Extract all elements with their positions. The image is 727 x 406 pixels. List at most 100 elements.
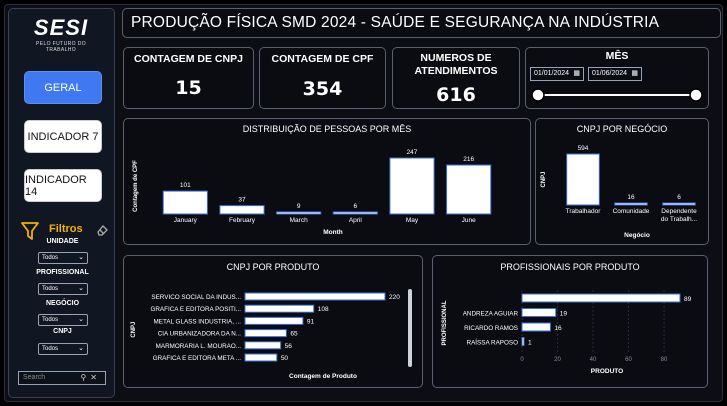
slider-handle-end[interactable]	[689, 88, 703, 102]
date-end-value: 01/06/2024	[592, 70, 628, 77]
geral-button[interactable]: GERAL	[24, 71, 102, 104]
data-label: 91	[307, 318, 315, 325]
sesi-logo: SESI PELO FUTURO DO TRABALHO	[21, 15, 101, 53]
x-axis-label: Negócio	[624, 232, 650, 239]
card-cnpj-label: CONTAGEM DE CNPJ	[134, 53, 243, 65]
filter-negocio-value: Todos	[42, 317, 59, 323]
y-tick-label: METAL GLASS INDUSTRIA, ...	[154, 318, 242, 325]
card-cnpj-value: 15	[175, 77, 202, 99]
x-tick-label: March	[290, 217, 308, 224]
filter-cnpj-label: CNPJ	[53, 328, 72, 335]
data-label: 19	[560, 311, 568, 318]
filter-profissional-value: Todos	[42, 286, 59, 292]
x-axis-label: Contagem de Produto	[289, 373, 357, 380]
filters-title: Filtros	[49, 223, 83, 235]
x-tick-label: April	[349, 217, 363, 224]
filter-profissional-label: PROFISSIONAL	[36, 269, 89, 276]
y-tick-label: CIA URBANIZADORA DA N...	[158, 331, 242, 338]
chevron-down-icon: ⌄	[78, 254, 84, 261]
bar	[521, 308, 557, 317]
chart-title: CNPJ POR NEGÓCIO	[577, 124, 668, 134]
data-label: 6	[677, 194, 681, 201]
scrollbar[interactable]	[408, 289, 412, 367]
bar	[446, 164, 492, 215]
x-tick-label: do Trabalh...	[661, 216, 697, 223]
date-start-input[interactable]: 01/01/2024 ▦	[530, 67, 584, 81]
eraser-icon[interactable]	[95, 223, 109, 237]
date-end-input[interactable]: 01/06/2024 ▦	[588, 67, 642, 81]
chart-cnpj-por-negocio: CNPJ POR NEGÓCIO CNPJ 594 Trabalhador 16 Comu…	[541, 124, 697, 239]
filter-cnpj-value: Todos	[42, 346, 59, 352]
bar	[521, 337, 525, 346]
bar	[662, 202, 696, 206]
indicador-7-button[interactable]: INDICADOR 7	[24, 120, 102, 153]
data-label: 101	[180, 182, 191, 189]
page-title-bar: PRODUÇÃO FÍSICA SMD 2024 - SAÚDE E SEGUR…	[122, 8, 721, 38]
data-label: 108	[318, 306, 329, 313]
data-label: 247	[407, 149, 418, 156]
data-label: 56	[285, 343, 293, 350]
data-label: 16	[554, 325, 562, 332]
x-tick-label: February	[229, 217, 256, 224]
data-label: 220	[389, 294, 400, 301]
y-axis-label: PROFISSIONAL	[442, 300, 448, 345]
bar	[276, 211, 322, 215]
card-cpf-value: 354	[302, 78, 343, 100]
calendar-icon[interactable]: ▦	[631, 68, 638, 80]
x-tick-label: Trabalhador	[566, 208, 602, 215]
data-label: 594	[578, 145, 589, 152]
filter-negocio-select[interactable]: Todos ⌄	[38, 314, 88, 326]
bar	[521, 293, 681, 303]
bar	[244, 353, 278, 362]
data-label: 16	[627, 194, 635, 201]
data-label: 37	[238, 197, 246, 204]
bar	[244, 341, 282, 350]
x-tick-label: 20	[554, 357, 561, 363]
calendar-icon[interactable]: ▦	[573, 68, 580, 80]
chart-title: PROFISSIONAIS POR PRODUTO	[500, 262, 639, 272]
filter-unidade-value: Todos	[42, 255, 59, 261]
y-tick-label: MARMORARIA L. MOURAO...	[156, 343, 242, 350]
card-contagem-cnpj: CONTAGEM DE CNPJ 15	[123, 47, 254, 109]
card-contagem-cpf: CONTAGEM DE CPF 354	[259, 47, 386, 109]
card-atendimentos: NUMEROS DE ATENDIMENTOS 616	[392, 47, 520, 109]
chart-profissionais-por-produto: PROFISSIONAIS POR PRODUTO PROFISSIONAL 0 20…	[442, 262, 692, 375]
month-range-slider[interactable]	[528, 86, 706, 104]
indicador-14-button[interactable]: INDICADOR 14	[24, 169, 102, 202]
slider-handle-start[interactable]	[531, 88, 545, 102]
y-axis-label: Contagem de CPF	[133, 160, 139, 212]
bar	[244, 316, 304, 325]
card-atend-value: 616	[436, 84, 476, 106]
bar	[244, 329, 287, 338]
x-tick-label: June	[462, 217, 476, 224]
bar	[162, 190, 208, 215]
y-axis-label: CNPJ	[541, 171, 547, 187]
chart-distribuicao-pessoas-mes: DISTRIBUIÇÃO DE PESSOAS POR MÊS Contagem …	[133, 124, 492, 236]
filter-negocio-label: NEGÓCIO	[45, 300, 80, 307]
x-tick-label: Comunidade	[613, 208, 650, 215]
filter-cnpj-select[interactable]: Todos ⌄	[38, 343, 88, 355]
x-tick-label: 0	[520, 357, 524, 363]
filter-profissional-select[interactable]: Todos ⌄	[38, 283, 88, 295]
y-tick-label: RAÍSSA RAPOSO	[467, 338, 519, 347]
filter-unidade-select[interactable]: Todos ⌄	[38, 252, 88, 264]
chevron-down-icon: ⌄	[78, 345, 84, 352]
search-input[interactable]: Search ⚲✕	[18, 371, 106, 385]
y-tick-label: SERVICO SOCIAL DA INDUS...	[151, 294, 241, 301]
page-title: PRODUÇÃO FÍSICA SMD 2024 - SAÚDE E SEGUR…	[131, 14, 660, 31]
chart-title: DISTRIBUIÇÃO DE PESSOAS POR MÊS	[243, 124, 412, 134]
card-cpf-label: CONTAGEM DE CPF	[271, 53, 374, 65]
chart-title: CNPJ POR PRODUTO	[227, 262, 320, 272]
search-icon[interactable]: ⚲	[80, 373, 90, 382]
data-label: 9	[297, 203, 301, 210]
close-icon[interactable]: ✕	[90, 373, 101, 382]
data-label: 89	[684, 296, 692, 303]
x-axis-label: PRODUTO	[591, 368, 623, 375]
x-tick-label: Dependente	[661, 208, 697, 215]
y-tick-label: ANDREZA AGUIAR	[463, 311, 519, 318]
x-tick-label: May	[406, 217, 419, 224]
logo-text: SESI	[33, 15, 89, 40]
card-atend-label-2: ATENDIMENTOS	[414, 65, 498, 77]
y-axis-label: CNPJ	[131, 322, 137, 338]
y-tick-label: GRAFICA E EDITORA POSITI...	[150, 306, 241, 313]
